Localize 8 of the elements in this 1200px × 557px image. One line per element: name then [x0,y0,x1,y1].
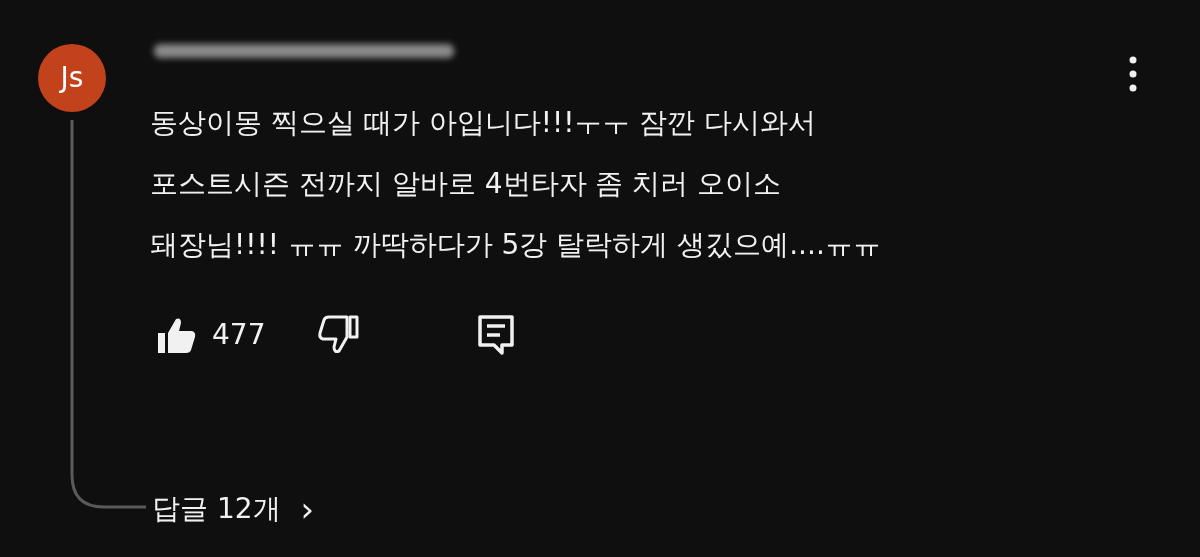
comment-text-line: 동상이몽 찍으실 때가 아입니다!!!ㅜㅜ 잠깐 다시와서 [150,105,818,141]
avatar[interactable]: Js [38,44,106,112]
reply-icon[interactable] [476,313,517,357]
thumbs-down-icon[interactable] [317,315,362,355]
like-button[interactable]: 477 [154,314,266,356]
replies-link[interactable]: 답글 12개 › [152,488,315,530]
comment-text-line: 포스트시즌 전까지 알바로 4번타자 좀 치러 오이소 [150,166,783,202]
comment-text-line: 돼장님!!!! ㅠㅠ 까딱하다가 5강 탈락하게 생깄으예....ㅠㅠ [150,227,881,263]
